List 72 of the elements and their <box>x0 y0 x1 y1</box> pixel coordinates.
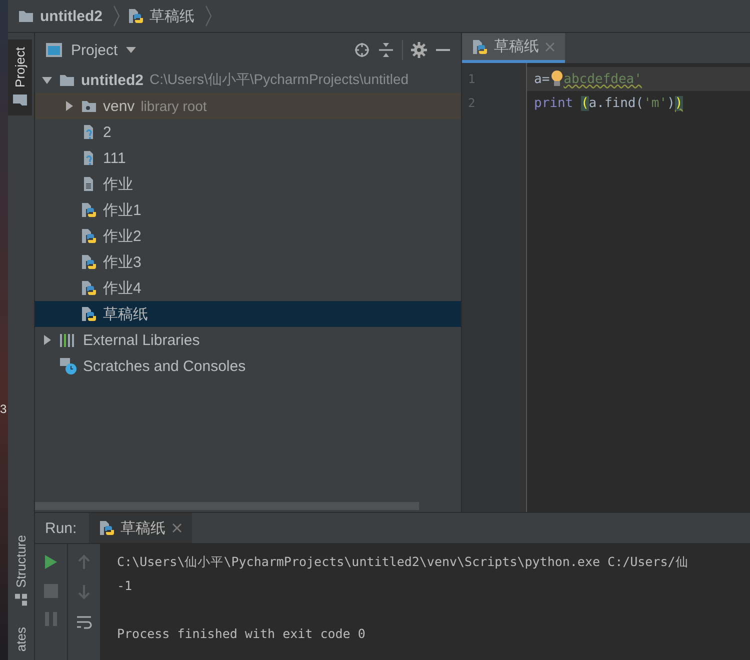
target-icon[interactable] <box>354 42 370 58</box>
structure-icon <box>15 593 27 606</box>
light-bulb-icon[interactable] <box>550 70 564 88</box>
tree-item-label: 作业1 <box>103 200 142 220</box>
tree-item[interactable]: 作业4 <box>35 275 461 301</box>
tree-item[interactable]: 2 <box>35 119 461 145</box>
python-file-icon <box>81 280 97 296</box>
run-panel-title: Run: <box>45 520 77 537</box>
tree-item-label: 作业2 <box>103 226 142 246</box>
tree-item-label: Scratches and Consoles <box>83 358 246 374</box>
tree-item[interactable]: 作业3 <box>35 249 461 275</box>
python-file-icon <box>128 8 144 24</box>
folder-icon <box>81 99 97 113</box>
collapse-all-icon[interactable] <box>378 42 394 58</box>
python-file-icon <box>81 254 97 270</box>
folder-icon <box>18 9 34 23</box>
tree-item[interactable]: 草稿纸 <box>35 301 461 327</box>
expand-arrow-icon[interactable] <box>41 334 53 346</box>
tree-item-label: 2 <box>103 124 112 140</box>
tree-item-label: 作业 <box>103 174 133 194</box>
tree-item[interactable]: 作业2 <box>35 223 461 249</box>
tree-item-label: External Libraries <box>83 332 200 348</box>
tree-item-label: 作业3 <box>103 252 142 272</box>
chevron-icon <box>112 5 120 27</box>
python-file-icon <box>472 38 488 54</box>
panel-title[interactable]: Project <box>71 42 118 58</box>
console-line: C:\Users\仙小平\PycharmProjects\untitled2\venv\Scripts\python.exe C:/Users/仙 <box>117 553 690 572</box>
tree-item[interactable]: External Libraries <box>35 327 461 353</box>
breadcrumb-item[interactable]: untitled2 <box>40 8 102 24</box>
collapse-arrow-icon[interactable] <box>41 74 53 86</box>
folder-icon <box>12 93 28 108</box>
tree-item-label: 草稿纸 <box>103 304 148 324</box>
tree-item-hint: library root <box>140 98 207 114</box>
code-text: a= <box>534 72 550 86</box>
python-file-icon <box>81 202 97 218</box>
expand-arrow-icon[interactable] <box>63 100 75 112</box>
play-icon[interactable] <box>44 554 58 570</box>
libraries-icon <box>59 332 77 348</box>
tree-item-label: 作业4 <box>103 278 142 298</box>
tool-window-tab[interactable]: Structure <box>8 526 34 614</box>
tree-item[interactable]: untitled2 C:\Users\仙小平\PycharmProjects\untitled <box>35 67 461 93</box>
console-line: Process finished with exit code 0 <box>117 625 366 644</box>
tree-item[interactable]: 111 <box>35 145 461 171</box>
dropdown-caret-icon[interactable] <box>126 47 136 53</box>
soft-wrap-icon[interactable] <box>76 614 92 630</box>
tool-window-tab[interactable]: Project <box>8 39 32 116</box>
python-file-icon <box>81 306 97 322</box>
tree-item[interactable]: venv library root <box>35 93 461 119</box>
scratches-icon <box>59 357 77 375</box>
editor-tab[interactable]: 草稿纸 <box>462 33 565 63</box>
settings-icon[interactable] <box>411 42 427 58</box>
python-file-icon <box>81 228 97 244</box>
python-file-icon <box>98 520 115 536</box>
panel-icon <box>45 42 63 58</box>
console-line: -1 <box>117 577 134 596</box>
tree-item[interactable]: Scratches and Consoles <box>35 353 461 379</box>
tree-item-label: 111 <box>103 150 126 166</box>
tool-window-tab[interactable]: ates <box>8 619 34 660</box>
tree-item-label: venv <box>103 98 135 114</box>
close-icon[interactable] <box>172 523 182 534</box>
run-tab[interactable]: 草稿纸 <box>88 513 192 544</box>
tree-item-label: untitled2 <box>81 72 144 88</box>
tree-item[interactable]: 作业1 <box>35 197 461 223</box>
tree-item-hint: C:\Users\仙小平\PycharmProjects\untitled <box>150 71 409 89</box>
breadcrumb-item[interactable]: 草稿纸 <box>150 6 194 26</box>
folder-icon <box>59 73 75 87</box>
tree-item[interactable]: 作业 <box>35 171 461 197</box>
desktop-text: 3 <box>0 402 7 416</box>
code-text: abcdefdea' <box>564 72 642 86</box>
chevron-icon <box>204 5 212 27</box>
scrollbar-thumb[interactable] <box>35 502 419 510</box>
code-text: print (a.find('m')) <box>534 96 683 110</box>
